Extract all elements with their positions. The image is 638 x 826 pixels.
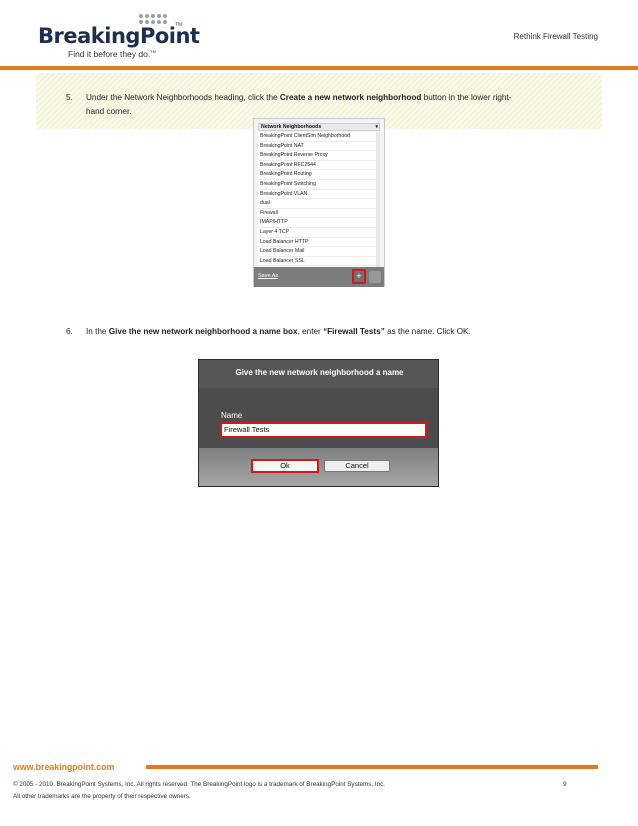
list-item[interactable]: Load Balancer Mail bbox=[258, 247, 376, 257]
website-link[interactable]: www.breakingpoint.com bbox=[13, 762, 114, 772]
list-item[interactable]: Load Balancer SSL bbox=[258, 257, 376, 267]
create-neighborhood-button[interactable]: + bbox=[352, 269, 366, 284]
step-5: 5. Under the Network Neighborhoods headi… bbox=[66, 91, 586, 121]
list-item[interactable]: Load Balancer HTTP bbox=[258, 238, 376, 248]
list-item[interactable]: BreakingPoint Switching bbox=[258, 180, 376, 190]
list-item[interactable]: BreakingPoint Reverse Proxy bbox=[258, 151, 376, 161]
cancel-button[interactable]: Cancel bbox=[324, 460, 390, 472]
step-number: 5. bbox=[66, 93, 73, 102]
dialog-button-bar bbox=[199, 448, 438, 486]
tagline: Find it before they do.TM bbox=[68, 49, 156, 59]
page-number: 9 bbox=[563, 781, 567, 788]
delete-neighborhood-button[interactable] bbox=[369, 271, 381, 283]
name-dialog: Give the new network neighborhood a name… bbox=[198, 359, 439, 487]
chevron-down-icon[interactable]: ▾ bbox=[375, 124, 378, 130]
step-text: In the Give the new network neighborhood… bbox=[86, 327, 471, 336]
logo-trademark: TM bbox=[175, 22, 183, 28]
trademark-text: All other trademarks are the property of… bbox=[13, 793, 191, 800]
step-6: 6. In the Give the new network neighborh… bbox=[66, 325, 586, 341]
list-item[interactable]: dual bbox=[258, 199, 376, 209]
list-item[interactable]: Firewall bbox=[258, 209, 376, 219]
save-as-link[interactable]: Save As bbox=[258, 273, 278, 279]
list-item[interactable]: IMAP/HTTP bbox=[258, 218, 376, 228]
footer-divider bbox=[146, 765, 598, 769]
step-text: Under the Network Neighborhoods heading,… bbox=[86, 93, 512, 116]
network-neighborhoods-panel: Network Neighborhoods ▾ BreakingPoint Cli… bbox=[253, 118, 385, 287]
ok-button[interactable]: Ok bbox=[251, 459, 319, 473]
list-item[interactable]: Layer 4 TCP bbox=[258, 228, 376, 238]
panel-footer: Save As + bbox=[254, 267, 384, 287]
dialog-title: Give the new network neighborhood a name bbox=[235, 368, 404, 377]
name-input[interactable]: Firewall Tests bbox=[220, 422, 427, 438]
list-item[interactable]: BreakingPoint RFC2544 bbox=[258, 161, 376, 171]
list-item[interactable]: BreakingPoint ClientSim Neighborhood bbox=[258, 132, 376, 142]
document-title: Rethink Firewall Testing bbox=[513, 32, 598, 41]
list-item[interactable]: BreakingPoint NAT bbox=[258, 142, 376, 152]
name-label: Name bbox=[221, 411, 243, 420]
header-divider bbox=[0, 66, 638, 70]
list-item[interactable]: BreakingPoint VLAN bbox=[258, 190, 376, 200]
network-neighborhoods-header[interactable]: Network Neighborhoods ▾ bbox=[258, 123, 380, 131]
list-item[interactable]: BreakingPoint Routing bbox=[258, 170, 376, 180]
neighborhood-list[interactable]: BreakingPoint ClientSim Neighborhood Bre… bbox=[258, 132, 376, 270]
copyright-text: © 2005 - 2010. BreakingPoint Systems, In… bbox=[13, 781, 386, 788]
list-scrollbar[interactable] bbox=[376, 132, 380, 270]
step-number: 6. bbox=[66, 327, 73, 336]
